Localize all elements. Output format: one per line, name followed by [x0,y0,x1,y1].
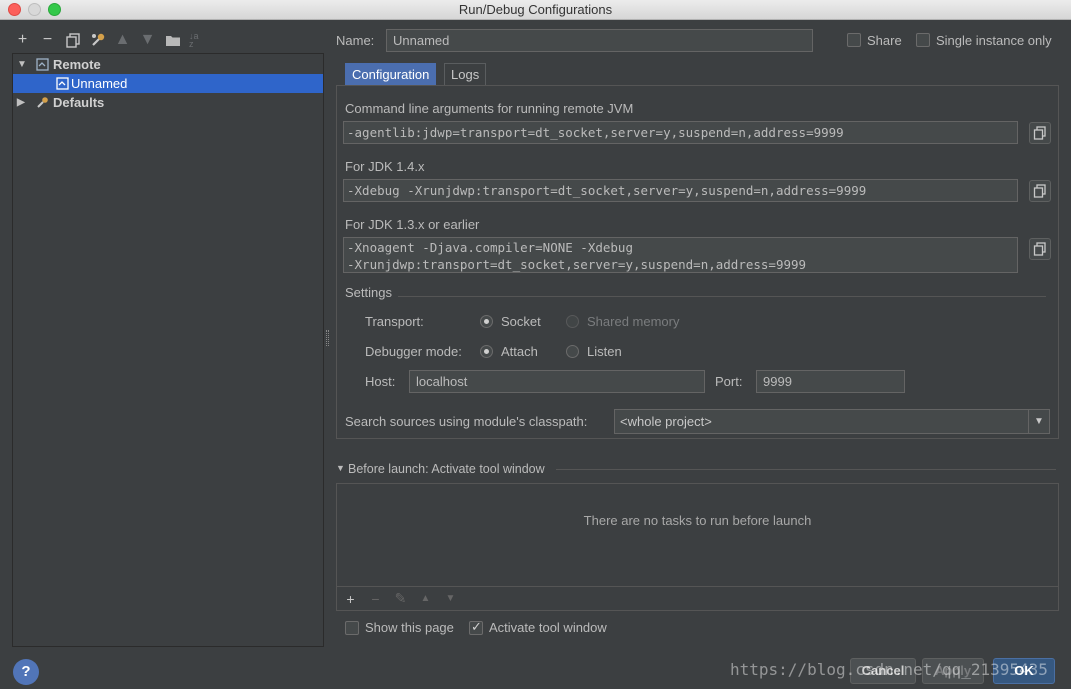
collapse-arrow-icon[interactable]: ▼ [336,463,345,473]
copy-icon [1033,126,1046,140]
copy-jdk13-button[interactable] [1029,238,1051,260]
arrow-down-icon[interactable]: ▼ [443,593,458,604]
transport-shared-memory-label: Shared memory [587,314,680,329]
show-page-checkbox[interactable] [345,621,359,635]
settings-separator [398,296,1046,297]
close-window-button[interactable] [8,3,21,16]
tab-configuration[interactable]: Configuration [345,63,437,85]
single-instance-checkbox[interactable] [916,33,930,47]
window-titlebar: Run/Debug Configurations [0,0,1071,20]
share-label: Share [867,33,902,48]
port-label: Port: [715,374,743,389]
show-page-label: Show this page [365,620,454,635]
transport-label: Transport: [365,314,424,329]
cmd-args-field[interactable]: -agentlib:jdwp=transport=dt_socket,serve… [343,121,1018,144]
before-launch-toolbar: + − ✎ ▲ ▼ [337,586,1058,610]
tree-item-defaults[interactable]: ▶ Defaults [13,93,323,112]
classpath-label: Search sources using module's classpath: [345,414,588,429]
configuration-tree: ▼ Remote Unnamed ▶ Defaults [12,53,324,647]
maximize-window-button[interactable] [48,3,61,16]
activate-tool-window-label: Activate tool window [489,620,607,635]
jdk13-label: For JDK 1.3.x or earlier [345,217,480,232]
copy-jdk14-button[interactable] [1029,180,1051,202]
minimize-window-button[interactable] [28,3,41,16]
wrench-icon[interactable] [89,32,106,49]
single-instance-label: Single instance only [936,33,1052,48]
remote-config-icon [56,77,69,90]
tree-item-label: Unnamed [71,76,128,91]
name-field[interactable]: Unnamed [386,29,813,52]
before-launch-title: Before launch: Activate tool window [348,462,545,476]
cmd-args-label: Command line arguments for running remot… [345,101,634,116]
debugger-mode-attach-label: Attach [501,344,538,359]
jdk13-field[interactable]: -Xnoagent -Djava.compiler=NONE -Xdebug -… [343,237,1018,273]
tab-logs[interactable]: Logs [444,63,487,85]
sort-icon[interactable]: ↓a z [189,32,203,49]
empty-tasks-text: There are no tasks to run before launch [583,513,812,528]
port-field[interactable]: 9999 [756,370,905,393]
host-field[interactable]: localhost [409,370,705,393]
share-checkbox[interactable] [847,33,861,47]
name-label: Name: [336,33,375,48]
debugger-mode-attach-radio[interactable] [480,345,493,358]
add-icon[interactable]: + [14,31,31,49]
window-title: Run/Debug Configurations [458,2,613,17]
config-toolbar: + − ▲ ▼ ↓a z [14,30,203,50]
remove-icon[interactable]: − [368,591,383,607]
debugger-mode-label: Debugger mode: [365,344,462,359]
help-button[interactable]: ? [13,659,39,685]
debugger-mode-listen-label: Listen [587,344,622,359]
remove-icon[interactable]: − [39,31,56,49]
arrow-up-icon[interactable]: ▲ [418,593,433,604]
activate-tool-window-checkbox[interactable] [469,619,483,635]
watermark-text: https://blog.csdn.net/qq_21395435 [730,660,1048,679]
expand-arrow-icon[interactable]: ▼ [17,55,27,74]
transport-socket-radio[interactable] [480,315,493,328]
tree-item-unnamed[interactable]: Unnamed [13,74,323,93]
remote-config-icon [36,58,49,71]
transport-shared-memory-radio[interactable] [566,315,579,328]
tree-item-label: Defaults [53,95,105,110]
copy-icon [1033,242,1046,256]
jdk14-label: For JDK 1.4.x [345,159,425,174]
tree-item-label: Remote [53,57,101,72]
chevron-down-icon[interactable]: ▼ [1028,410,1049,433]
arrow-up-icon[interactable]: ▲ [114,31,131,49]
classpath-value: <whole project> [620,414,712,429]
copy-icon [1033,184,1046,198]
edit-icon[interactable]: ✎ [393,590,408,607]
debugger-mode-listen-radio[interactable] [566,345,579,358]
add-icon[interactable]: + [343,591,358,607]
copy-cmd-button[interactable] [1029,122,1051,144]
before-launch-task-list[interactable]: There are no tasks to run before launch … [336,483,1059,611]
jdk14-field[interactable]: -Xdebug -Xrunjdwp:transport=dt_socket,se… [343,179,1018,202]
folder-icon[interactable] [164,32,181,49]
copy-icon[interactable] [64,32,81,49]
classpath-select[interactable]: <whole project> ▼ [614,409,1050,434]
transport-socket-label: Socket [501,314,541,329]
wrench-icon [37,97,48,108]
tree-item-remote[interactable]: ▼ Remote [13,55,323,74]
collapse-arrow-icon[interactable]: ▶ [17,93,25,112]
arrow-down-icon[interactable]: ▼ [139,31,156,49]
settings-label: Settings [345,285,392,300]
before-launch-separator [556,469,1056,470]
host-label: Host: [365,374,396,389]
splitter-handle[interactable] [326,330,329,346]
